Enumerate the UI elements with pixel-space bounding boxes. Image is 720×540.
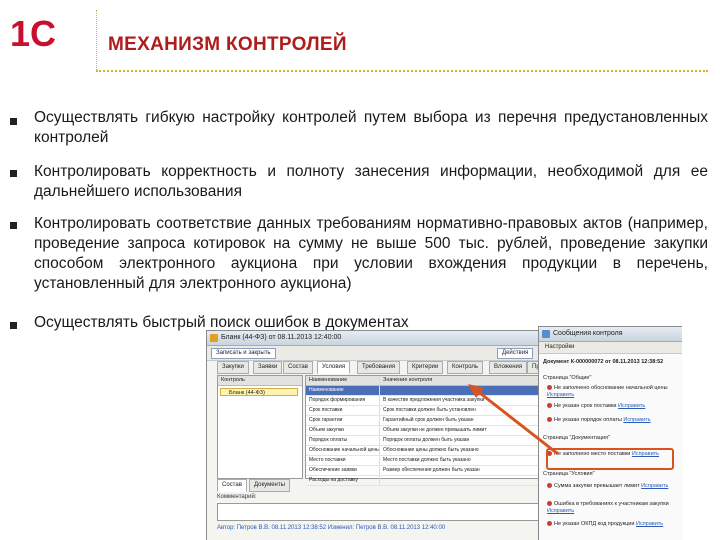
control-tree: Контроль Бланк (44-ФЗ): [217, 375, 303, 479]
1c-logo: 1С: [10, 14, 56, 50]
table-cell: Наименование: [306, 386, 380, 395]
message-item: Не заполнено обоснование начальной цены …: [547, 385, 682, 399]
table-cell: Срок поставки: [306, 406, 380, 415]
tab-bottom-composition[interactable]: Состав: [217, 479, 247, 492]
control-tree-item[interactable]: Бланк (44-ФЗ): [220, 388, 298, 396]
table-cell: Объем закупки: [306, 426, 380, 435]
message-item: Не указан порядок оплаты Исправить: [547, 417, 682, 424]
message-text: Ошибка в требованиях к участникам закупк…: [554, 501, 669, 507]
bullet-marker: [10, 170, 17, 177]
message-text: Не указан ОКПД код продукции: [554, 521, 635, 527]
tab-bids[interactable]: Заявки: [253, 361, 283, 374]
arrow-icon: [468, 384, 559, 456]
table-cell: Размер обеспечения должен быть указан: [383, 467, 480, 473]
message-item: Не указан срок поставки Исправить: [547, 403, 682, 410]
header-rule: [96, 70, 708, 72]
tab-conditions[interactable]: Условия: [317, 361, 351, 374]
fix-link[interactable]: Исправить: [636, 521, 663, 527]
bullet-marker: [10, 222, 17, 229]
error-icon: [547, 483, 552, 489]
message-item: Сумма закупки превышает лимит Исправить: [547, 483, 682, 490]
comment-label: Комментарий:: [217, 494, 257, 500]
table-cell: [380, 476, 552, 485]
fix-link[interactable]: Исправить: [623, 417, 650, 423]
bottom-tab-strip: Состав Документы: [217, 479, 337, 492]
document-screenshot: Бланк (44-ФЗ) от 08.11.2013 12:40:00 Зап…: [196, 326, 682, 540]
document-icon: [210, 334, 218, 342]
bullet-marker: [10, 118, 17, 125]
page-title: МЕХАНИЗМ КОНТРОЛЕЙ: [108, 34, 347, 55]
message-text: Не заполнено обоснование начальной цены: [554, 385, 668, 391]
header-divider: [96, 10, 97, 70]
error-icon: [547, 521, 552, 527]
message-group: Страница "Условия": [543, 471, 595, 477]
window-title: Сообщения контроля: [553, 330, 623, 337]
tab-control[interactable]: Контроль: [447, 361, 484, 374]
window-titlebar: Бланк (44-ФЗ) от 08.11.2013 12:40:00: [207, 331, 553, 346]
save-close-button[interactable]: Записать и закрыть: [211, 348, 276, 359]
bullet-text: Контролировать корректность и полноту за…: [34, 163, 708, 200]
tab-attachments[interactable]: Вложения: [489, 361, 528, 374]
comment-field[interactable]: [217, 503, 551, 521]
table-cell: Порядок формирования: [306, 396, 380, 405]
column-header[interactable]: Наименование: [306, 376, 380, 385]
fix-link[interactable]: Исправить: [641, 483, 668, 489]
messages-icon: [542, 330, 550, 338]
window-title: Бланк (44-ФЗ) от 08.11.2013 12:40:00: [221, 334, 342, 341]
tab-criteria[interactable]: Критерии: [407, 361, 444, 374]
message-item: Ошибка в требованиях к участникам закупк…: [547, 501, 682, 515]
window-titlebar: Сообщения контроля: [539, 327, 682, 342]
error-icon: [547, 501, 552, 507]
table-row[interactable]: Обеспечение заявки Размер обеспечения дол…: [306, 466, 552, 476]
message-item: Не указан ОКПД код продукции Исправить: [547, 521, 682, 528]
table-cell: Обеспечение заявки: [306, 466, 380, 475]
table-cell: Срок гарантии: [306, 416, 380, 425]
fix-link[interactable]: Исправить: [618, 403, 645, 409]
fix-link[interactable]: Исправить: [547, 508, 574, 514]
tab-requirements[interactable]: Требования: [357, 361, 401, 374]
tab-strip: Закупки Заявки Состав Условия Требования…: [217, 361, 558, 374]
tab-purchases[interactable]: Закупки: [217, 361, 249, 374]
author-status-line: Автор: Петров В.В. 08.11.2013 12:38:52 И…: [217, 525, 446, 531]
message-document-header: Документ К-000000072 от 08.11.2013 12:38…: [543, 359, 664, 365]
tab-bottom-documents[interactable]: Документы: [249, 479, 290, 492]
svg-text:1С: 1С: [10, 14, 56, 50]
table-cell: Место поставки: [306, 456, 380, 465]
bullet-text: Контролировать соответствие данных требо…: [34, 215, 708, 292]
message-text: Сумма закупки превышает лимит: [554, 483, 640, 489]
actions-button[interactable]: Действия: [497, 348, 534, 359]
toolbar: Записать и закрыть Действия: [207, 346, 553, 361]
table-row[interactable]: Расходы на доставку: [306, 476, 552, 486]
tab-composition[interactable]: Состав: [283, 361, 313, 374]
table-cell: Обоснование начальной цены: [306, 446, 380, 455]
settings-link[interactable]: Настройки: [539, 342, 682, 354]
bullet-marker: [10, 322, 17, 329]
bullet-text: Осуществлять гибкую настройку контролей …: [34, 109, 708, 146]
control-tree-header: Контроль: [218, 376, 302, 386]
table-cell: Порядок оплаты: [306, 436, 380, 445]
